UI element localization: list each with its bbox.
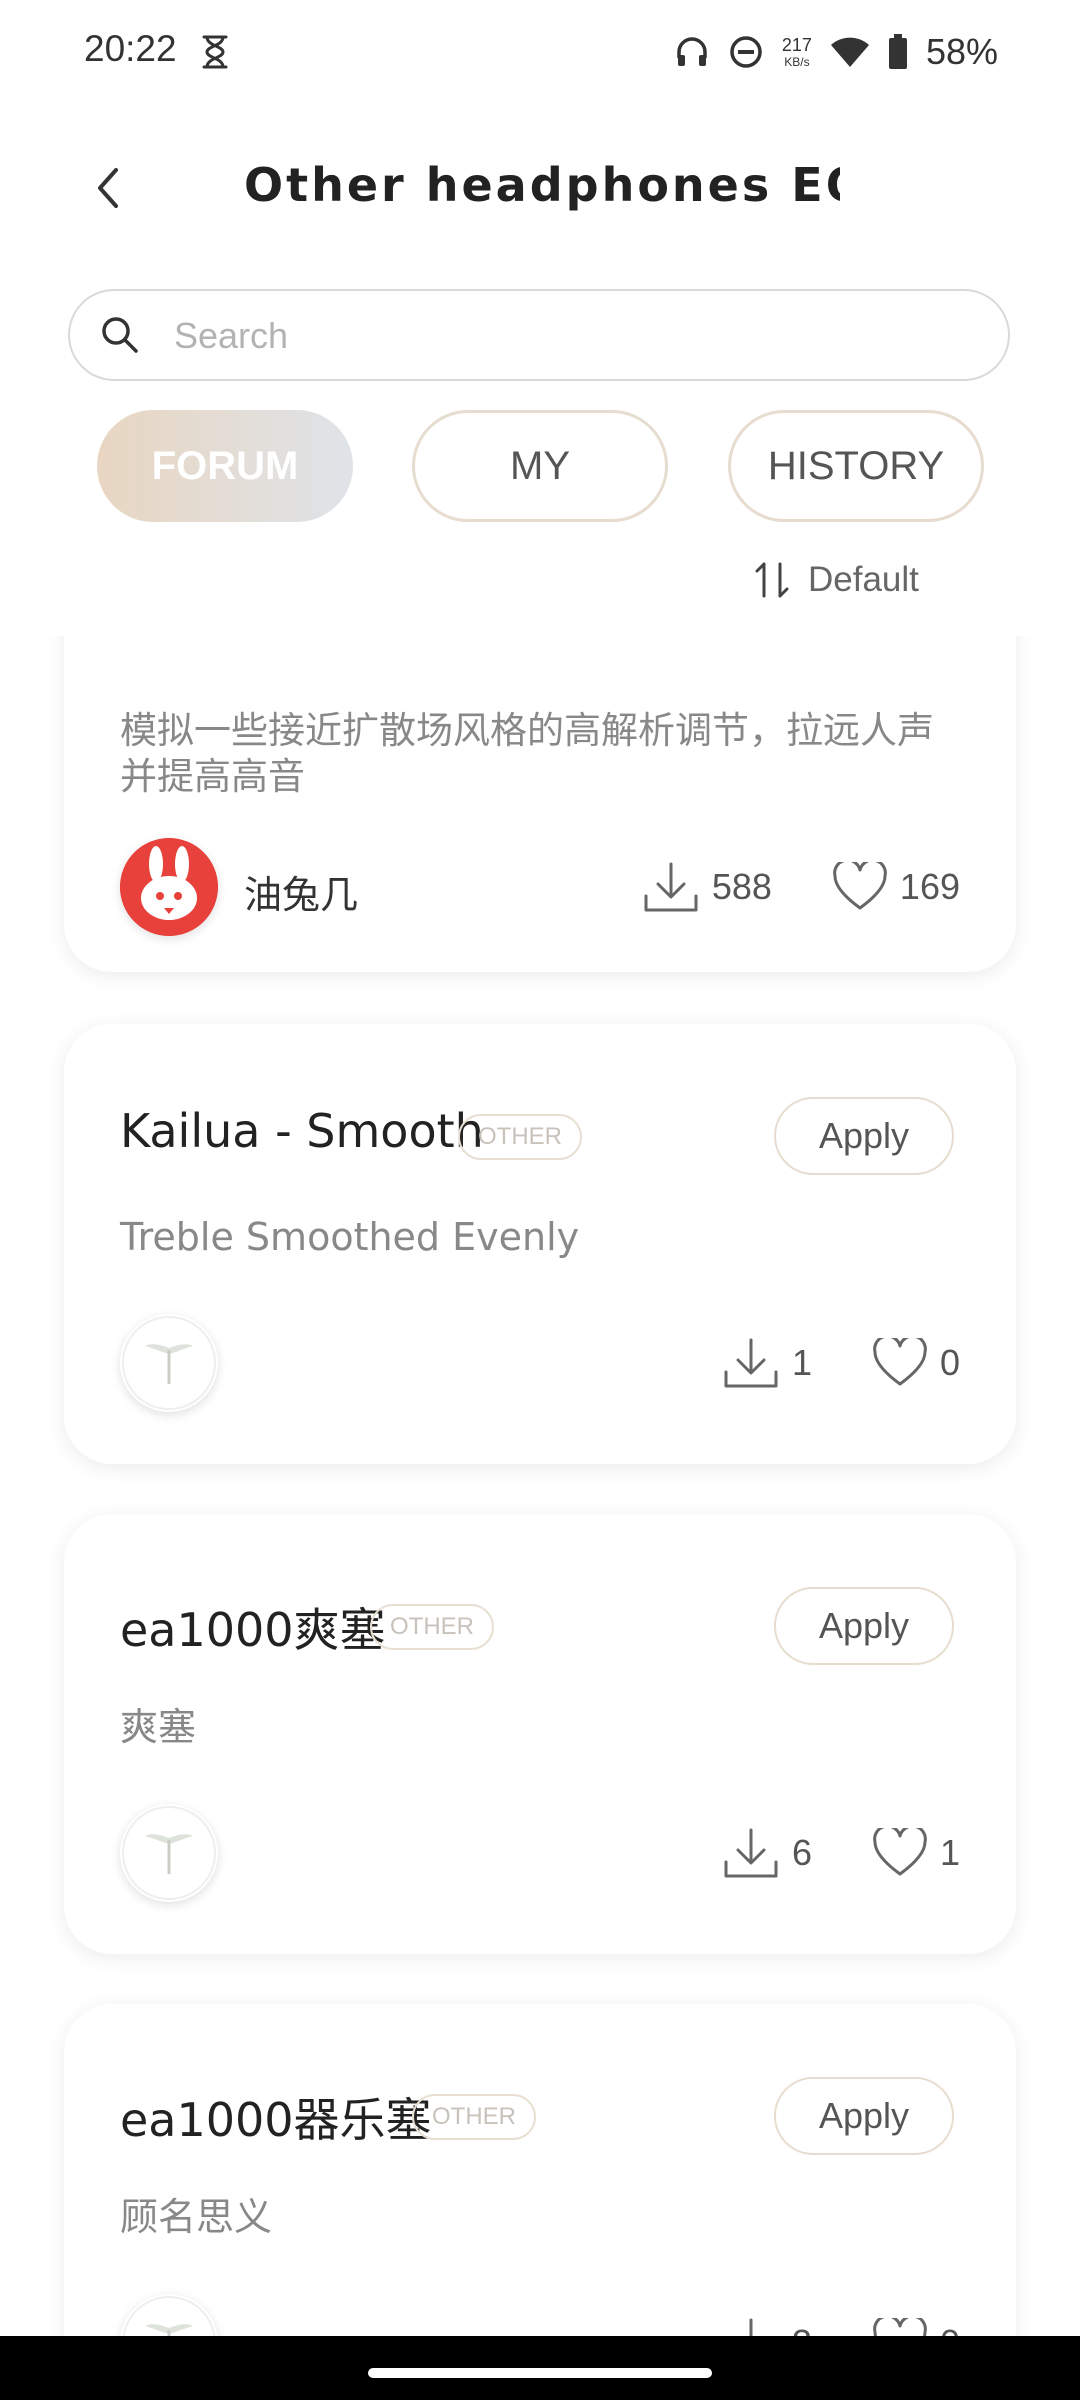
avatar[interactable] [120,838,218,936]
heart-icon[interactable] [872,1338,928,1388]
angel-avatar-icon [122,1806,216,1900]
back-arrow-icon[interactable] [80,158,140,218]
category-tag: OTHER [458,1114,582,1160]
download-icon[interactable] [722,1824,780,1882]
preset-stats: 1 0 [722,1334,960,1392]
download-icon[interactable] [722,1334,780,1392]
avatar[interactable] [120,1804,218,1902]
bunny-avatar-icon [120,838,218,936]
eq-preset-list[interactable]: 模拟一些接近扩散场风格的高解析调节，拉远人声并提高高音 油兔几 588 169 … [0,636,1080,2336]
tab-history[interactable]: HISTORY [728,410,984,522]
status-icons: 217 KB/s 58% [674,28,998,76]
home-gesture-handle[interactable] [368,2368,712,2378]
preset-description: 顾名思义 [120,2195,273,2239]
apply-button[interactable]: Apply [774,2077,954,2155]
system-nav-bar [0,2336,1080,2400]
preset-card[interactable]: ea1000爽塞 OTHER Apply 爽塞 6 1 [64,1514,1016,1954]
download-count: 6 [791,1832,812,1873]
category-tag: OTHER [370,1604,494,1650]
apply-button[interactable]: Apply [774,1097,954,1175]
sort-label: Default [808,560,919,599]
preset-card[interactable]: ea1000器乐塞 OTHER Apply 顾名思义 3 0 [64,2004,1016,2336]
sort-icon [755,562,789,598]
battery-percent: 58% [925,31,998,72]
network-speed-unit: KB/s [784,55,810,69]
app-header: Other headphones EQ Fo [0,140,1080,240]
do-not-disturb-icon [730,36,762,68]
download-count: 588 [711,866,772,907]
avatar[interactable] [120,1314,218,1412]
like-count: 0 [940,2322,960,2336]
category-tag: OTHER [412,2094,536,2140]
heart-icon[interactable] [832,862,888,912]
like-count: 169 [899,866,960,907]
avatar[interactable] [120,2294,218,2336]
preset-title: Kailua - Smooth [120,1104,484,1158]
hourglass-icon [202,35,228,69]
headphones-icon [677,37,707,66]
preset-stats: 6 1 [722,1824,960,1882]
sort-control[interactable]: Default [752,556,919,604]
battery-icon [888,34,907,69]
preset-title: ea1000爽塞 [120,1603,386,1657]
download-icon[interactable] [642,858,700,916]
like-count: 1 [939,1832,960,1873]
download-count: 3 [792,2322,812,2336]
angel-avatar-icon [122,2296,216,2336]
author-name: 油兔几 [244,873,359,917]
download-count: 1 [791,1342,812,1383]
preset-stats: 588 169 [642,858,960,916]
download-icon[interactable] [722,2314,780,2336]
preset-card[interactable]: 模拟一些接近扩散场风格的高解析调节，拉远人声并提高高音 油兔几 588 169 [64,636,1016,972]
tab-my[interactable]: MY [412,410,668,522]
search-icon [102,317,138,353]
tab-forum[interactable]: FORUM [97,410,353,522]
wifi-icon [830,37,869,67]
network-speed: 217 KB/s [782,36,812,68]
preset-description: Treble Smoothed Evenly [120,1215,580,1259]
like-count: 0 [939,1342,960,1383]
preset-card[interactable]: Kailua - Smooth OTHER Apply Treble Smoot… [64,1024,1016,1464]
status-bar: 20:22 217 KB/s 58% [0,0,1080,110]
page-title: Other headphones EQ Fo [244,158,840,212]
network-speed-value: 217 [781,35,812,55]
preset-description: 模拟一些接近扩散场风格的高解析调节，拉远人声并提高高音 [120,709,934,799]
status-time: 20:22 [84,28,177,69]
heart-icon[interactable] [872,2318,928,2336]
tab-bar: FORUM MY HISTORY [0,410,1080,522]
angel-avatar-icon [122,1316,216,1410]
apply-button[interactable]: Apply [774,1587,954,1665]
search-bar[interactable] [68,289,1010,381]
search-input[interactable] [172,303,976,369]
heart-icon[interactable] [872,1828,928,1878]
preset-description: 爽塞 [120,1705,197,1749]
preset-stats: 3 0 [722,2314,960,2336]
preset-title: ea1000器乐塞 [120,2093,432,2147]
